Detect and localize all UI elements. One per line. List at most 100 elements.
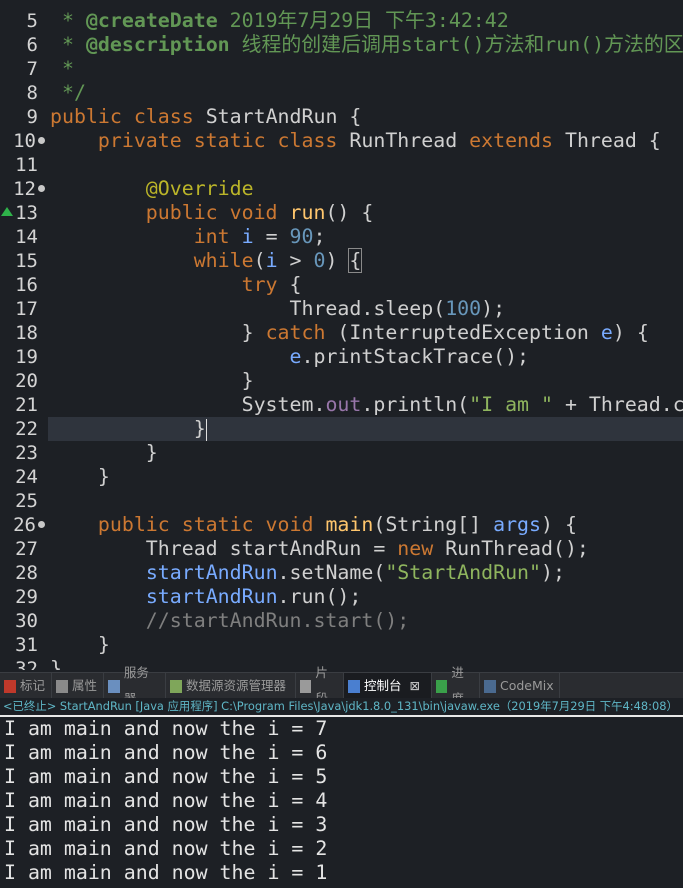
code-line[interactable]: 13 public void run() {: [0, 201, 683, 225]
code-text: //startAndRun.start();: [50, 609, 409, 633]
code-line[interactable]: 23 }: [0, 441, 683, 465]
code-token: {: [348, 248, 363, 273]
override-marker-icon: [1, 207, 13, 216]
code-text: public void run() {: [50, 201, 374, 225]
fold-toggle-icon[interactable]: [38, 521, 45, 528]
code-token: public class: [50, 105, 206, 128]
code-token: () {: [325, 201, 374, 224]
text-caret: [205, 418, 207, 441]
code-text: *: [50, 57, 74, 81]
gutter: 13: [0, 201, 48, 225]
line-number: 31: [15, 634, 38, 656]
code-text: }: [50, 657, 62, 670]
code-line[interactable]: 9 public class StartAndRun {: [0, 105, 683, 129]
tab-servers[interactable]: 服务器: [104, 665, 166, 706]
code-token: public static void: [50, 513, 326, 536]
code-token: .run();: [277, 585, 362, 608]
code-line[interactable]: 15 while(i > 0) {: [0, 248, 683, 273]
code-line[interactable]: 25: [0, 489, 683, 513]
code-line[interactable]: 7 *: [0, 57, 683, 81]
code-line[interactable]: 32}: [0, 657, 683, 670]
code-text: startAndRun.setName("StartAndRun");: [50, 561, 565, 585]
codemix-icon: [484, 679, 496, 693]
gutter: 18: [0, 321, 48, 345]
gutter: 20: [0, 369, 48, 393]
tab-markers[interactable]: 标记: [0, 673, 52, 699]
code-line[interactable]: 20 }: [0, 369, 683, 393]
code-line[interactable]: 16 try {: [0, 273, 683, 297]
code-line[interactable]: 29 startAndRun.run();: [0, 585, 683, 609]
code-token: int: [50, 225, 242, 248]
line-number: 29: [15, 586, 38, 608]
close-tab-icon[interactable]: ⊠: [410, 673, 420, 699]
code-line[interactable]: 27 Thread startAndRun = new RunThread();: [0, 537, 683, 561]
tab-console[interactable]: 控制台 ⊠: [344, 673, 432, 699]
code-text: }: [50, 417, 207, 441]
code-token: );: [481, 297, 506, 320]
gutter: 24: [0, 465, 48, 489]
code-token: }: [50, 657, 62, 670]
tab-properties[interactable]: 属性: [52, 673, 104, 699]
gutter: 17: [0, 297, 48, 321]
code-line[interactable]: 18 } catch (InterruptedException e) {: [0, 321, 683, 345]
code-token: ): [325, 249, 350, 272]
tab-codemix[interactable]: CodeMix: [480, 673, 560, 699]
line-number: 30: [15, 610, 38, 632]
code-text: try {: [50, 273, 302, 297]
code-line[interactable]: 21 System.out.println("I am " + Thread.c: [0, 393, 683, 417]
code-token: StartAndRun {: [205, 105, 362, 128]
code-token: + Thread.c: [552, 393, 683, 416]
code-line[interactable]: 22 }: [0, 417, 683, 441]
code-line[interactable]: 31 }: [0, 633, 683, 657]
tab-snippets[interactable]: 片段: [296, 665, 344, 706]
fold-toggle-icon[interactable]: [38, 137, 45, 144]
code-text: }: [50, 465, 110, 489]
code-line[interactable]: 12 @Override: [0, 177, 683, 201]
tab-progress[interactable]: 进度: [432, 665, 480, 706]
code-token: *: [50, 9, 86, 32]
code-text: e.printStackTrace();: [50, 345, 530, 369]
code-token: startAndRun: [145, 585, 278, 608]
panel-tab-bar: 标记 属性服务器 数据源资源管理器片段 控制台 ⊠ 进度 CodeMix: [0, 665, 683, 706]
gutter: 10: [0, 129, 48, 153]
code-line[interactable]: 14 int i = 90;: [0, 225, 683, 249]
gutter: 5: [0, 9, 48, 33]
console-output[interactable]: I am main and now the i = 7I am main and…: [0, 715, 683, 888]
code-token: @Override: [50, 177, 254, 200]
tab-label: 标记: [20, 678, 46, 693]
code-text: }: [50, 441, 158, 465]
code-line[interactable]: 19 e.printStackTrace();: [0, 345, 683, 369]
code-token: ) {: [612, 321, 649, 344]
code-token: 100: [445, 297, 482, 320]
gutter: 27: [0, 537, 48, 561]
code-line[interactable]: 5 * @createDate 2019年7月29日 下午3:42:42: [0, 9, 683, 33]
gutter: 6: [0, 33, 48, 57]
code-line[interactable]: 11: [0, 153, 683, 177]
code-line[interactable]: 6 * @description 线程的创建后调用start()方法和run()…: [0, 33, 683, 57]
code-line[interactable]: 10 private static class RunThread extend…: [0, 129, 683, 153]
fold-toggle-icon[interactable]: [38, 185, 45, 192]
code-line[interactable]: 28 startAndRun.setName("StartAndRun");: [0, 561, 683, 585]
code-token: >: [277, 249, 314, 272]
code-line[interactable]: 8 */: [0, 81, 683, 105]
line-number: 19: [15, 346, 38, 368]
code-line[interactable]: 17 Thread.sleep(100);: [0, 297, 683, 321]
code-line[interactable]: 26 public static void main(String[] args…: [0, 513, 683, 537]
tab-data-source[interactable]: 数据源资源管理器: [166, 673, 296, 699]
code-token: (: [253, 249, 266, 272]
code-token: }: [50, 417, 206, 440]
gutter: 29: [0, 585, 48, 609]
tab-label: CodeMix: [500, 678, 554, 693]
code-editor[interactable]: 5 * @createDate 2019年7月29日 下午3:42:42 6 * …: [0, 0, 683, 670]
code-token: (String[]: [373, 513, 494, 536]
line-number: 22: [15, 418, 38, 440]
code-line[interactable]: 24 }: [0, 465, 683, 489]
code-token: extends: [469, 129, 565, 152]
code-token: try: [50, 273, 290, 296]
code-line[interactable]: 30 //startAndRun.start();: [0, 609, 683, 633]
console-line: I am main and now the i = 7: [4, 717, 328, 740]
line-number: 5: [26, 10, 38, 32]
code-token: (InterruptedException: [337, 321, 601, 344]
